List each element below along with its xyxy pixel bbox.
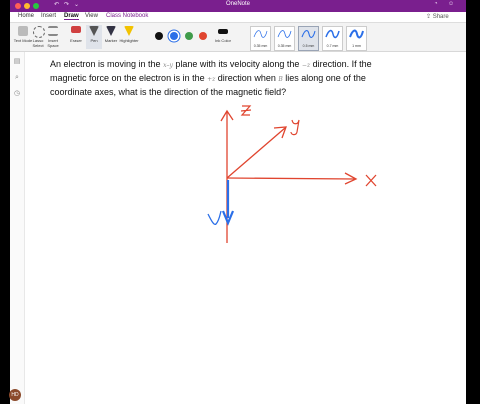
notebooks-icon[interactable]: ▤ (13, 58, 21, 66)
question-text-part: plane with its velocity along the (172, 59, 302, 69)
stroke-width-option[interactable]: 0.35 mm (274, 26, 295, 51)
account-icon[interactable]: ☺ (448, 1, 454, 7)
highlighter-icon (124, 26, 134, 36)
stroke-sample-icon (325, 29, 340, 39)
stroke-width-option[interactable]: 0.35 mm (250, 26, 271, 51)
stroke-width-option[interactable]: 0.7 mm (322, 26, 343, 51)
math-minus-z: −z (301, 62, 311, 69)
recent-icon[interactable]: ◷ (13, 90, 21, 98)
highlighter-label: Highlighter (119, 38, 139, 43)
highlighter-button[interactable]: Highlighter (119, 25, 139, 49)
stroke-width-label: 0.7 mm (326, 44, 339, 48)
navigation-sidebar: ▤ ⌕ ◷ (10, 52, 25, 404)
ink-drawing (207, 105, 377, 243)
eraser-button[interactable]: Eraser (68, 25, 84, 49)
x-axis-ink (226, 172, 358, 185)
y-label-ink (290, 119, 300, 136)
tab-home[interactable]: Home (18, 13, 34, 19)
stroke-width-option[interactable]: 1 mm (346, 26, 367, 51)
share-button[interactable]: ⇪ Share (426, 13, 449, 20)
onenote-window: ↶ ↷ ⌄ OneNote ◔ ☺ Home Insert Draw View … (10, 0, 466, 404)
draw-ribbon: Text Mode Lasso Select Insert Space Eras… (10, 23, 466, 52)
x-label-ink (365, 174, 377, 187)
eraser-icon (71, 26, 81, 33)
bell-icon[interactable]: ◔ (434, 1, 438, 7)
insert-space-label: Insert Space (47, 38, 59, 48)
marker-button[interactable]: Marker (103, 25, 119, 49)
ribbon-tabs: Home Insert Draw View Class Notebook ⇪ S… (10, 12, 466, 23)
black-pen-swatch[interactable] (155, 32, 163, 40)
pen-button[interactable]: Pen (86, 25, 102, 49)
z-label-ink (240, 105, 252, 116)
math-xy: x–y (163, 62, 173, 69)
window-title: OneNote (225, 1, 250, 7)
stroke-width-label: 0.35 mm (253, 44, 268, 48)
stroke-sample-icon (277, 30, 292, 38)
stroke-sample-icon (253, 30, 268, 38)
avatar[interactable]: HD (9, 389, 21, 401)
title-bar: ↶ ↷ ⌄ OneNote ◔ ☺ (10, 0, 466, 12)
green-pen-swatch[interactable] (185, 32, 193, 40)
pen-icon (89, 26, 99, 36)
ink-color-icon (218, 29, 228, 34)
tab-class-notebook[interactable]: Class Notebook (106, 13, 148, 19)
marker-icon (106, 26, 116, 36)
stroke-sample-icon (349, 29, 364, 39)
stroke-width-label: 0.5 mm (302, 44, 315, 48)
stroke-width-option-selected[interactable]: 0.5 mm (298, 26, 319, 51)
ink-color-label: Ink Color (214, 38, 231, 43)
question-text-part: An electron is moving in the (50, 59, 164, 69)
question-text: An electron is moving in the x–y plane w… (50, 58, 410, 99)
stroke-sample-icon (301, 30, 316, 38)
text-mode-icon (18, 26, 28, 36)
insert-space-icon (48, 26, 58, 36)
lasso-icon (33, 26, 45, 38)
insert-space-button[interactable]: Insert Space (45, 25, 61, 49)
ink-color-button[interactable]: Ink Color (213, 25, 233, 49)
tab-insert[interactable]: Insert (41, 13, 56, 19)
question-text-part: direction when (215, 73, 279, 84)
y-axis-ink (226, 126, 287, 179)
search-icon[interactable]: ⌕ (13, 74, 21, 82)
red-pen-swatch[interactable] (199, 32, 207, 40)
stroke-width-label: 0.35 mm (277, 44, 292, 48)
velocity-vector-ink (221, 180, 235, 226)
tab-view[interactable]: View (85, 13, 98, 19)
tab-draw[interactable]: Draw (64, 13, 79, 20)
blue-pen-swatch[interactable] (170, 32, 178, 40)
v-label-ink (207, 210, 222, 226)
stroke-width-label: 1 mm (352, 44, 361, 48)
